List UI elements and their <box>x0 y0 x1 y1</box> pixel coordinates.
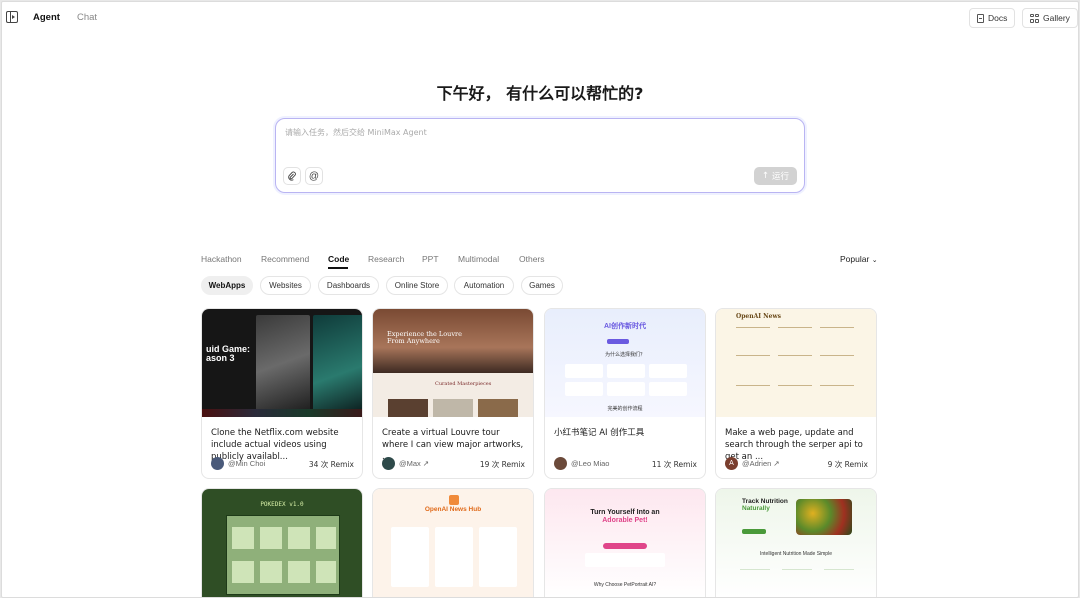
grid-icon <box>1030 13 1039 23</box>
thumb-text: OpenAI News <box>736 313 781 320</box>
card-author: @Leo Miao <box>554 457 609 470</box>
gallery-card[interactable]: Track Nutrition Naturally Intelligent Nu… <box>715 488 877 597</box>
docs-label: Docs <box>988 13 1008 23</box>
card-title: 小红书笔记 AI 创作工具 <box>554 428 645 438</box>
chip-games[interactable]: Games <box>521 276 563 295</box>
card-thumbnail: Turn Yourself Into an Adorable Pet! Why … <box>545 489 705 597</box>
author-name: @Min Choi <box>228 459 266 468</box>
thumb-text: Intelligent Nutrition Made Simple <box>760 551 832 557</box>
category-tab-research[interactable]: Research <box>368 254 404 264</box>
remix-count: 34 次 Remix <box>308 460 354 469</box>
gallery-label: Gallery <box>1043 13 1070 23</box>
avatar: A <box>725 457 738 470</box>
thumb-text: Adorable Pet! <box>602 517 648 524</box>
top-bar: Agent Chat Docs Gallery <box>2 2 1078 34</box>
gallery-card[interactable]: uid Game: ason 3 Clone the Netflix.com w… <box>201 308 363 479</box>
remix-count: 19 次 Remix <box>479 460 525 469</box>
author-name: @Max ↗ <box>399 459 430 468</box>
thumb-text: 为什么选择我们？ <box>604 352 645 358</box>
thumb-text: Naturally <box>742 505 770 512</box>
thumb-text: From Anywhere <box>387 337 440 345</box>
sort-label: Popular <box>840 254 870 264</box>
run-label: 运行 <box>772 172 790 182</box>
docs-button[interactable]: Docs <box>969 8 1016 28</box>
category-tab-multimodal[interactable]: Multimodal <box>458 254 499 264</box>
card-thumbnail: POKEDEX v1.0 <box>202 489 362 597</box>
card-author: @Max ↗ <box>382 457 429 470</box>
thumb-text: ason 3 <box>206 353 235 363</box>
thumb-text: Turn Yourself Into an <box>590 509 660 516</box>
thumb-text: POKEDEX v1.0 <box>260 501 304 508</box>
document-icon <box>977 13 984 23</box>
remix-count: 9 次 Remix <box>827 460 868 469</box>
at-icon[interactable]: @ <box>305 167 323 185</box>
chip-dashboards[interactable]: Dashboards <box>318 276 379 295</box>
prompt-box: @ ↑ 运行 <box>275 118 805 193</box>
card-thumbnail: Experience the Louvre From Anywhere Cura… <box>373 309 533 417</box>
card-thumbnail: uid Game: ason 3 <box>202 309 362 417</box>
thumb-text: Curated Masterpieces <box>435 381 492 387</box>
thumb-text: Track Nutrition <box>742 498 788 505</box>
chip-automation[interactable]: Automation <box>454 276 514 295</box>
card-thumbnail: Track Nutrition Naturally Intelligent Nu… <box>716 489 876 597</box>
category-tab-code[interactable]: Code <box>328 254 349 264</box>
tab-agent[interactable]: Agent <box>33 12 60 23</box>
thumb-text: OpenAI News Hub <box>424 506 482 513</box>
card-thumbnail: OpenAI News <box>716 309 876 417</box>
thumb-text: AI创作新时代 <box>604 323 646 330</box>
thumb-text: Why Choose PetPortrait AI? <box>593 582 657 588</box>
card-thumbnail: OpenAI News Hub <box>373 489 533 597</box>
arrow-up-icon: ↑ <box>761 171 770 181</box>
sidebar-toggle-icon[interactable] <box>6 11 18 23</box>
chevron-down-icon: ⌄ <box>871 257 878 264</box>
author-name: @Adrien ↗ <box>742 459 780 468</box>
gallery-card[interactable]: POKEDEX v1.0 <box>201 488 363 597</box>
card-author: A @Adrien ↗ <box>725 457 780 470</box>
thumb-text: 完美的创作流程 <box>607 406 643 412</box>
sort-dropdown[interactable]: Popular ⌄ <box>840 254 878 264</box>
avatar <box>211 457 224 470</box>
run-button[interactable]: ↑ 运行 <box>754 167 797 185</box>
category-tab-others[interactable]: Others <box>519 254 545 264</box>
gallery-card[interactable]: OpenAI News Hub <box>372 488 534 597</box>
gallery-card[interactable]: Experience the Louvre From Anywhere Cura… <box>372 308 534 479</box>
card-thumbnail: AI创作新时代 为什么选择我们？ 完美的创作流程 <box>545 309 705 417</box>
chip-webapps[interactable]: WebApps <box>201 276 253 295</box>
card-author: @Min Choi <box>211 457 265 470</box>
author-name: @Leo Miao <box>571 459 610 468</box>
gallery-button[interactable]: Gallery <box>1022 8 1078 28</box>
gallery-card[interactable]: Turn Yourself Into an Adorable Pet! Why … <box>544 488 706 597</box>
tab-chat[interactable]: Chat <box>77 12 97 23</box>
avatar <box>554 457 567 470</box>
paperclip-icon[interactable] <box>283 167 301 185</box>
greeting-heading: 下午好， 有什么可以帮忙的? <box>436 84 644 103</box>
app-window: Agent Chat Docs Gallery 下午好， 有什么可以帮忙的? @… <box>1 1 1079 598</box>
remix-count: 11 次 Remix <box>651 460 697 469</box>
chip-online-store[interactable]: Online Store <box>386 276 448 295</box>
chip-websites[interactable]: Websites <box>260 276 311 295</box>
category-tab-ppt[interactable]: PPT <box>422 254 439 264</box>
active-tab-underline <box>328 267 348 269</box>
avatar <box>382 457 395 470</box>
prompt-input[interactable] <box>285 128 785 137</box>
category-tab-recommend[interactable]: Recommend <box>261 254 309 264</box>
gallery-card[interactable]: OpenAI News Make a web page, update and … <box>715 308 877 479</box>
category-tab-hackathon[interactable]: Hackathon <box>201 254 242 264</box>
gallery-card[interactable]: AI创作新时代 为什么选择我们？ 完美的创作流程 小红书笔记 AI 创作工具 @… <box>544 308 706 479</box>
